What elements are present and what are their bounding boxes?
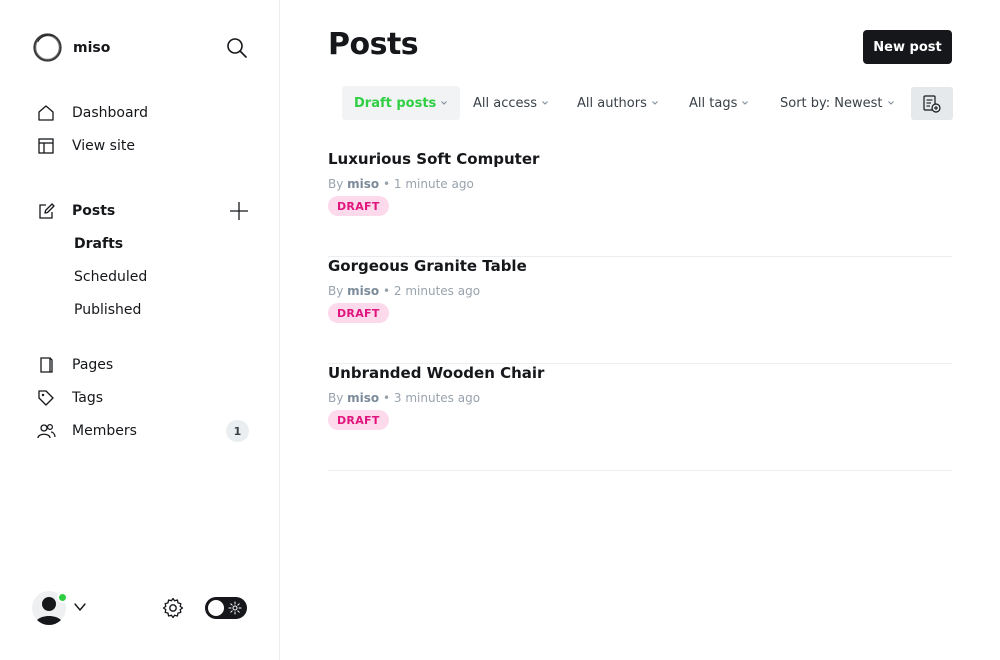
gear-icon[interactable] [161, 596, 185, 620]
nav-published[interactable]: Published [74, 300, 141, 320]
circle-logo-icon [33, 33, 62, 62]
view-options-button[interactable] [911, 87, 953, 120]
dark-mode-toggle[interactable] [205, 597, 247, 619]
caret-down-icon [542, 101, 548, 105]
post-meta: By miso • 1 minute ago [328, 177, 474, 191]
layout-icon [36, 136, 56, 156]
nav-dashboard-label: Dashboard [72, 105, 148, 121]
post-author: miso [347, 391, 380, 405]
status-badge: DRAFT [328, 196, 389, 216]
caret-down-icon [441, 101, 448, 105]
nav-members[interactable]: Members [36, 420, 137, 442]
post-title: Unbranded Wooden Chair [328, 364, 545, 382]
caret-down-icon [887, 101, 894, 105]
nav-scheduled[interactable]: Scheduled [74, 267, 147, 287]
filter-authors-label: All authors [577, 95, 647, 111]
nav-posts-label: Posts [72, 203, 116, 219]
filter-type-dropdown[interactable]: Draft posts [342, 86, 461, 120]
toggle-knob [208, 600, 224, 616]
filter-tags-label: All tags [689, 95, 738, 111]
brand[interactable]: miso [32, 32, 110, 63]
post-by: By [328, 391, 344, 405]
post-title: Gorgeous Granite Table [328, 257, 527, 275]
caret-down-icon [742, 101, 749, 105]
post-list-item[interactable]: Gorgeous Granite Table By miso • 2 minut… [328, 257, 952, 364]
nav-posts[interactable]: Posts [36, 200, 115, 222]
post-author: miso [347, 177, 380, 191]
home-icon [36, 103, 56, 123]
new-post-button[interactable]: New post [863, 30, 952, 64]
nav-view-site-label: View site [72, 138, 135, 154]
sort-label: Sort by: Newest [780, 95, 883, 111]
members-count-badge: 1 [226, 420, 249, 442]
filter-tags-dropdown[interactable]: All tags [689, 86, 749, 120]
search-icon[interactable] [226, 37, 248, 59]
list-view-icon [923, 94, 941, 113]
caret-down-icon [652, 101, 658, 105]
sun-icon [228, 601, 242, 615]
post-author: miso [347, 284, 380, 298]
edit-icon [36, 201, 56, 221]
filter-access-dropdown[interactable]: All access [473, 86, 549, 120]
nav-tags[interactable]: Tags [36, 387, 103, 409]
post-list-item[interactable]: Luxurious Soft Computer By miso • 1 minu… [328, 150, 952, 257]
sidebar: miso Dashboard View site Posts Drafts Sc… [0, 0, 280, 660]
post-time: • 1 minute ago [383, 177, 474, 191]
page-title: Posts [328, 27, 419, 62]
nav-tags-label: Tags [72, 390, 103, 406]
post-time: • 2 minutes ago [383, 284, 481, 298]
members-icon [36, 421, 56, 441]
site-name: miso [73, 39, 111, 56]
status-badge: DRAFT [328, 303, 389, 323]
post-title: Luxurious Soft Computer [328, 150, 540, 168]
post-meta: By miso • 2 minutes ago [328, 284, 480, 298]
nav-pages[interactable]: Pages [36, 354, 113, 376]
post-by: By [328, 177, 344, 191]
nav-dashboard[interactable]: Dashboard [36, 102, 148, 124]
page-icon [36, 355, 56, 375]
filter-type-label: Draft posts [354, 95, 437, 111]
nav-view-site[interactable]: View site [36, 135, 135, 157]
nav-drafts[interactable]: Drafts [74, 234, 123, 254]
chevron-down-icon[interactable] [73, 600, 87, 614]
filter-access-label: All access [473, 95, 538, 111]
add-post-icon[interactable] [228, 200, 250, 222]
post-time: • 3 minutes ago [383, 391, 481, 405]
online-status-dot [57, 592, 68, 603]
post-by: By [328, 284, 344, 298]
nav-pages-label: Pages [72, 357, 114, 373]
sort-dropdown[interactable]: Sort by: Newest [780, 86, 895, 120]
post-meta: By miso • 3 minutes ago [328, 391, 480, 405]
filter-authors-dropdown[interactable]: All authors [577, 86, 659, 120]
post-list-item[interactable]: Unbranded Wooden Chair By miso • 3 minut… [328, 364, 952, 471]
tag-icon [36, 388, 56, 408]
status-badge: DRAFT [328, 410, 389, 430]
nav-members-label: Members [72, 423, 137, 439]
